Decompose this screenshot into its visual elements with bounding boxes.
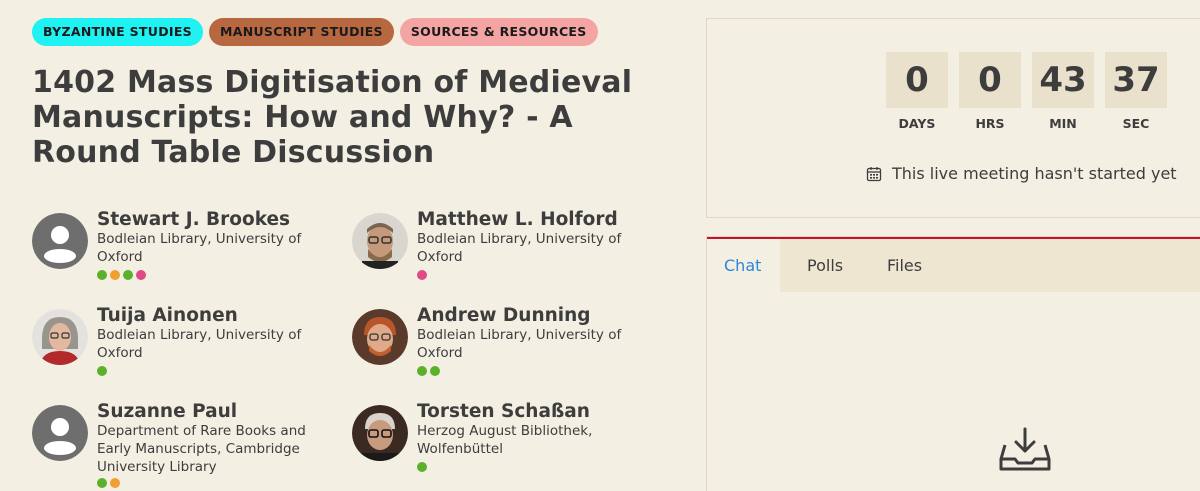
speaker-tag-dots [97, 366, 107, 376]
avatar-photo [32, 309, 88, 365]
countdown-days-label: DAYS [898, 116, 936, 131]
tag-dot [417, 462, 427, 472]
countdown-timer: 0 DAYS 0 HRS 43 MIN 37 SEC [886, 52, 1167, 131]
countdown-minutes-label: MIN [1049, 116, 1077, 131]
tag-dot [430, 366, 440, 376]
countdown-minutes-value: 43 [1032, 52, 1094, 108]
tag-dot [97, 366, 107, 376]
speaker-tag-dots [417, 366, 440, 376]
speaker-name[interactable]: Suzanne Paul [97, 401, 237, 422]
countdown-seconds-value: 37 [1105, 52, 1167, 108]
person-photo-icon [352, 213, 408, 269]
speaker-card[interactable]: Stewart J. Brookes Bodleian Library, Uni… [32, 209, 332, 305]
tag-manuscript-studies[interactable]: MANUSCRIPT STUDIES [208, 18, 394, 46]
speaker-org: Department of Rare Books and Early Manus… [97, 423, 306, 475]
inbox-download-icon [999, 427, 1051, 471]
meeting-status: This live meeting hasn't started yet [866, 164, 1177, 183]
tag-dot [110, 478, 120, 488]
avatar-photo [352, 213, 408, 269]
speaker-name[interactable]: Matthew L. Holford [417, 209, 618, 230]
speaker-name[interactable]: Tuija Ainonen [97, 305, 238, 326]
speaker-card[interactable]: Tuija Ainonen Bodleian Library, Universi… [32, 305, 332, 401]
tag-list: BYZANTINE STUDIES MANUSCRIPT STUDIES SOU… [32, 18, 682, 46]
speaker-tag-dots [97, 478, 120, 488]
person-photo-icon [352, 405, 408, 461]
page-title: 1402 Mass Digitisation of Medieval Manus… [32, 65, 633, 170]
interaction-panel: Chat Polls Files [706, 236, 1200, 491]
speaker-org: Bodleian Library, University of Oxford [97, 231, 302, 265]
speaker-org: Bodleian Library, University of Oxford [97, 327, 302, 361]
tag-dot [417, 366, 427, 376]
countdown-seconds-label: SEC [1122, 116, 1150, 131]
user-placeholder-icon [32, 405, 88, 461]
countdown-panel: 0 DAYS 0 HRS 43 MIN 37 SEC This live mee… [706, 18, 1200, 218]
avatar-photo [352, 309, 408, 365]
speaker-org: Herzog August Bibliothek, Wolfenbüttel [417, 423, 593, 457]
speaker-card[interactable]: Suzanne Paul Department of Rare Books an… [32, 401, 332, 491]
speaker-card[interactable]: Andrew Dunning Bodleian Library, Univers… [352, 305, 652, 401]
speaker-card[interactable]: Torsten Schaßan Herzog August Bibliothek… [352, 401, 652, 491]
speaker-tag-dots [97, 270, 146, 280]
speaker-name[interactable]: Stewart J. Brookes [97, 209, 290, 230]
countdown-seconds: 37 SEC [1105, 52, 1167, 131]
countdown-hours-label: HRS [975, 116, 1005, 131]
tab-chat[interactable]: Chat [707, 239, 780, 292]
avatar-photo [352, 405, 408, 461]
speaker-org: Bodleian Library, University of Oxford [417, 231, 622, 265]
session-info: BYZANTINE STUDIES MANUSCRIPT STUDIES SOU… [32, 18, 682, 488]
user-placeholder-icon [32, 213, 88, 269]
speaker-name[interactable]: Torsten Schaßan [417, 401, 590, 422]
avatar-placeholder [32, 213, 88, 269]
tag-sources-resources[interactable]: SOURCES & RESOURCES [399, 18, 598, 46]
speaker-name[interactable]: Andrew Dunning [417, 305, 591, 326]
speaker-card[interactable]: Matthew L. Holford Bodleian Library, Uni… [352, 209, 652, 305]
person-photo-icon [32, 309, 88, 365]
tab-files[interactable]: Files [887, 239, 922, 292]
speaker-tag-dots [417, 462, 427, 472]
tag-byzantine-studies[interactable]: BYZANTINE STUDIES [32, 18, 203, 46]
tag-dot [97, 270, 107, 280]
tag-dot [123, 270, 133, 280]
tag-dot [417, 270, 427, 280]
countdown-days: 0 DAYS [886, 52, 948, 131]
avatar-placeholder [32, 405, 88, 461]
tag-dot [97, 478, 107, 488]
speaker-tag-dots [417, 270, 427, 280]
tab-bar: Chat Polls Files [707, 237, 1200, 292]
calendar-icon [866, 166, 882, 181]
countdown-minutes: 43 MIN [1032, 52, 1094, 131]
tag-dot [136, 270, 146, 280]
tab-polls[interactable]: Polls [807, 239, 843, 292]
countdown-hours-value: 0 [959, 52, 1021, 108]
tag-dot [110, 270, 120, 280]
person-photo-icon [352, 309, 408, 365]
speaker-org: Bodleian Library, University of Oxford [417, 327, 622, 361]
countdown-hours: 0 HRS [959, 52, 1021, 131]
meeting-status-text: This live meeting hasn't started yet [892, 164, 1177, 183]
countdown-days-value: 0 [886, 52, 948, 108]
